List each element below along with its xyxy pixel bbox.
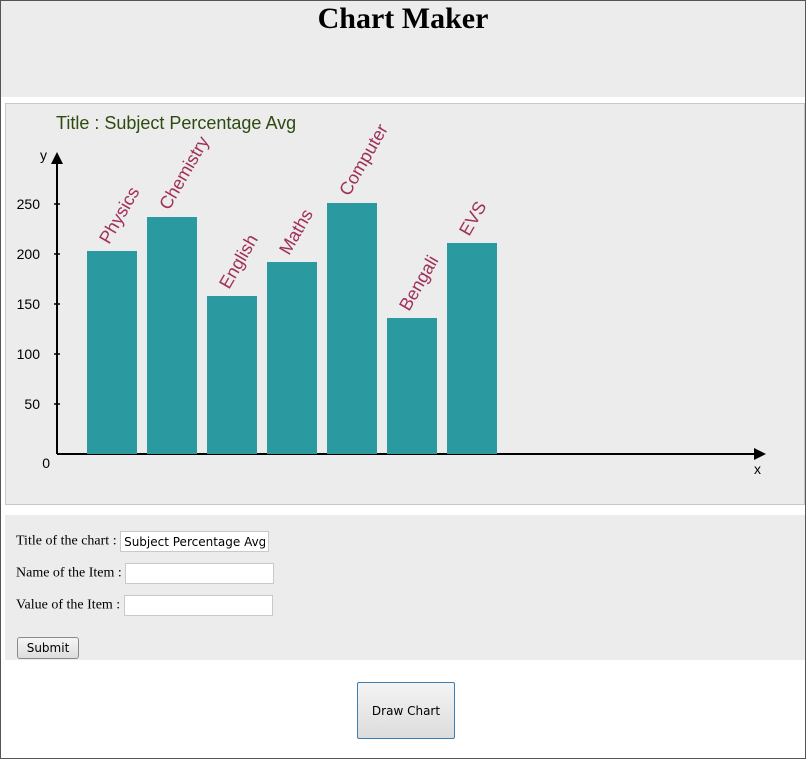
item-name-input[interactable] [125,563,275,584]
bar [327,203,377,454]
bar-label: English [215,231,262,292]
bar-label: Chemistry [155,133,213,213]
y-axis-arrow [51,152,63,164]
y-axis-ticks: 0 50 100 150 200 250 [17,196,60,471]
y-tick-label: 250 [17,196,41,212]
submit-button[interactable]: Submit [17,637,79,659]
y-tick-label: 0 [42,455,50,471]
x-axis-arrow [754,448,766,460]
page-title: Chart Maker [317,2,489,35]
y-axis-label: y [40,147,47,163]
bar [207,296,257,454]
chart-form: Title of the chart : Name of the Item : … [5,515,805,660]
x-axis-label: x [754,461,761,477]
item-name-row: Name of the Item : [16,563,275,584]
item-value-label: Value of the Item : [16,597,121,613]
chart-title-label: Title of the chart : [16,533,117,549]
y-tick-label: 150 [17,296,41,312]
chart-title-input[interactable] [120,531,270,552]
bar-label: Physics [95,183,143,247]
chart-title: Title : Subject Percentage Avg [56,113,296,133]
bar-label: Computer [335,121,392,199]
draw-chart-button[interactable]: Draw Chart [357,682,455,739]
bar-label: EVS [455,198,490,239]
bar-label: Maths [275,206,317,258]
bar [387,318,437,454]
bar-label: Bengali [395,252,442,314]
header: Chart Maker [1,1,805,97]
y-tick-label: 100 [17,346,41,362]
item-value-input[interactable] [123,595,273,616]
bar-chart: Title : Subject Percentage Avg 0 50 100 150… [17,113,766,477]
item-name-label: Name of the Item : [16,565,122,581]
bar [87,251,137,454]
item-value-row: Value of the Item : [16,595,273,616]
y-tick-label: 200 [17,246,41,262]
title-row: Title of the chart : [16,531,270,552]
bar [147,217,197,454]
y-tick-label: 50 [24,396,40,412]
bar [447,243,497,454]
chart-panel: Title : Subject Percentage Avg 0 50 100 150… [5,103,805,505]
bar [267,262,317,454]
